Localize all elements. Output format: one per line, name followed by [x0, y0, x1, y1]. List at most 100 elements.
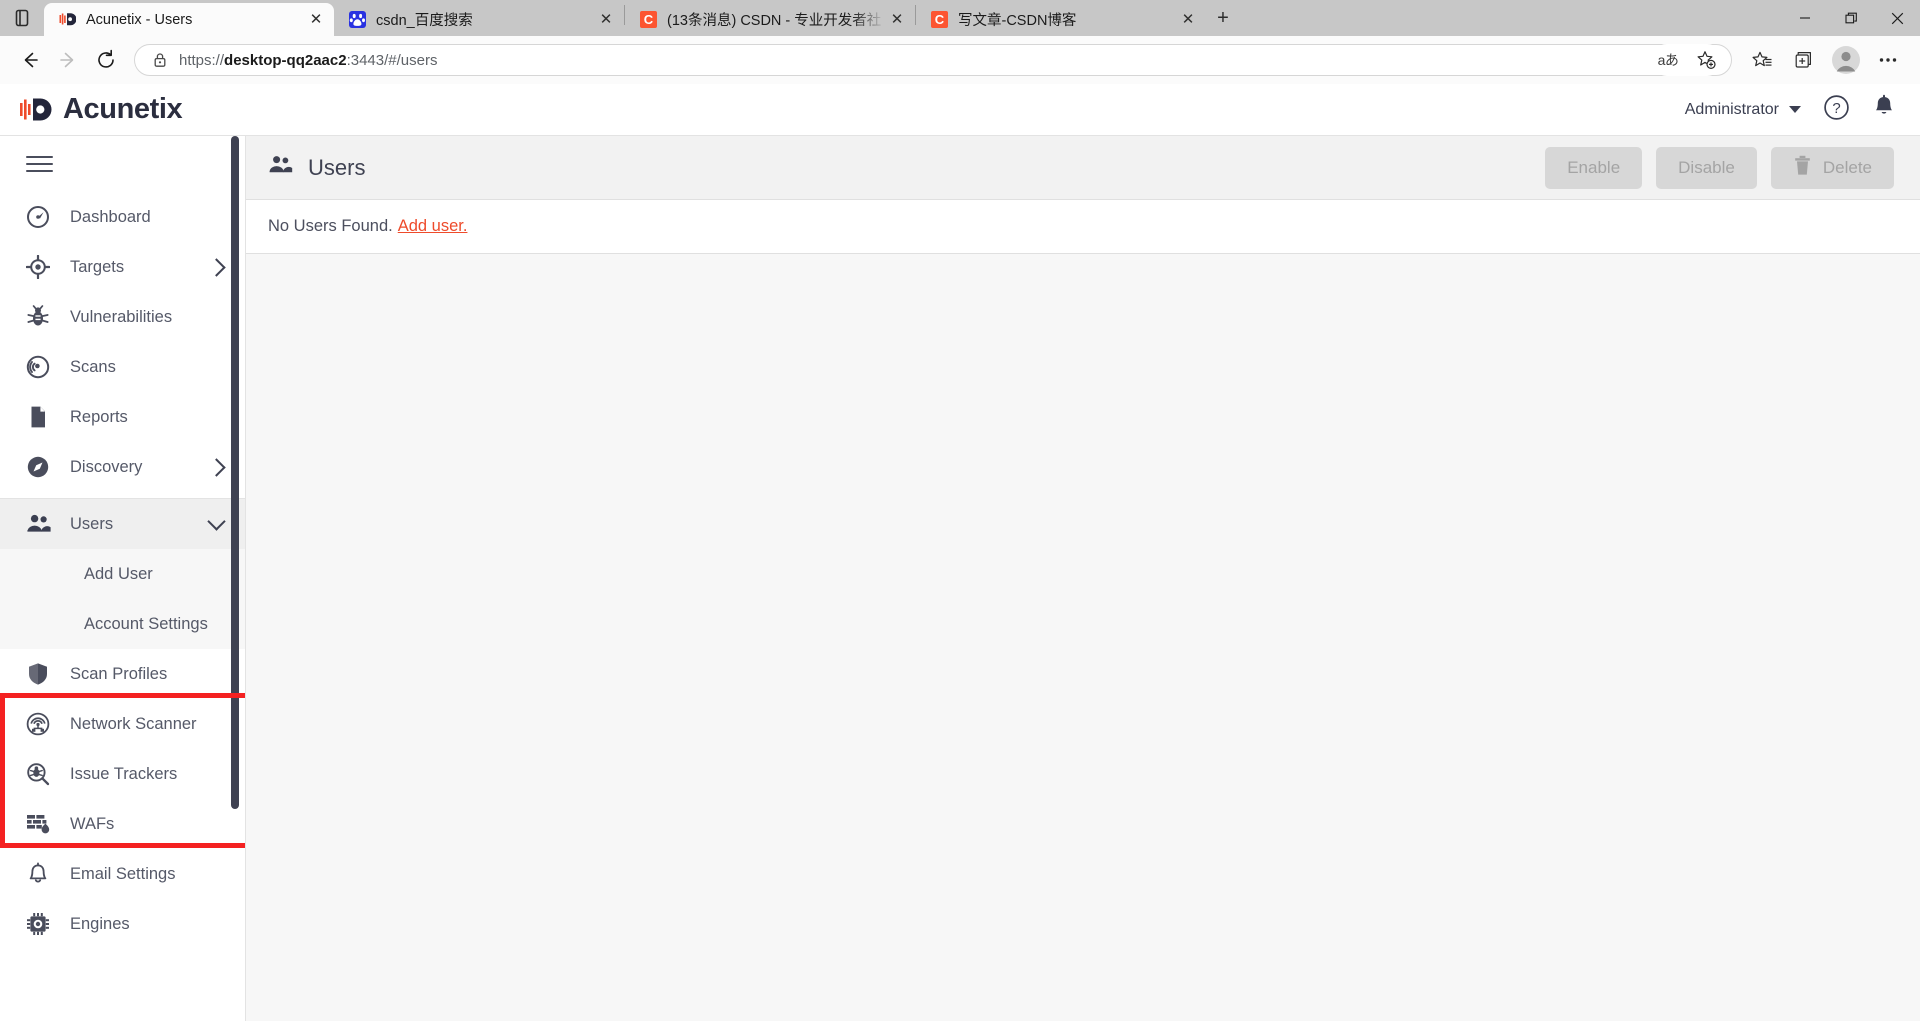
sidebar-item-network-scanner[interactable]: Network Scanner	[0, 699, 245, 749]
url-scheme: https://	[179, 51, 225, 69]
delete-button[interactable]: Delete	[1770, 146, 1894, 189]
user-menu[interactable]: Administrator	[1685, 101, 1801, 119]
sidebar-item-engines[interactable]: Engines	[0, 899, 245, 949]
svg-text:?: ?	[1832, 100, 1840, 117]
sidebar-scrollbar-thumb[interactable]	[231, 136, 239, 809]
svg-text:C: C	[643, 12, 653, 27]
settings-more-button[interactable]	[1868, 42, 1908, 78]
sidebar-item-issue-trackers[interactable]: Issue Trackers	[0, 749, 245, 799]
back-button[interactable]	[12, 42, 48, 78]
sidebar-toggle-button[interactable]	[0, 136, 245, 192]
sidebar-item-label: Network Scanner	[70, 714, 197, 733]
tab-close-icon[interactable]: ✕	[1176, 8, 1200, 32]
sidebar-item-label: Email Settings	[70, 864, 176, 883]
brand-logo[interactable]: Acunetix	[20, 93, 183, 126]
reload-icon	[98, 49, 114, 68]
tab-search-button[interactable]	[0, 0, 44, 36]
page-title-text: Users	[308, 154, 366, 180]
issue-tracker-icon	[26, 762, 56, 786]
browser-tab-2[interactable]: C (13条消息) CSDN - 专业开发者社 ✕	[625, 3, 915, 36]
collections-button[interactable]	[1784, 42, 1824, 78]
hamburger-icon	[26, 151, 53, 177]
new-tab-button[interactable]: +	[1206, 3, 1240, 33]
sidebar-item-email-settings[interactable]: Email Settings	[0, 849, 245, 899]
sidebar-item-dashboard[interactable]: Dashboard	[0, 192, 245, 242]
forward-arrow-icon	[60, 52, 74, 68]
sidebar-item-scans[interactable]: Scans	[0, 342, 245, 392]
window-close-button[interactable]	[1874, 0, 1920, 36]
chevron-right-icon	[207, 257, 226, 277]
svg-text:C: C	[934, 12, 944, 27]
sidebar-item-targets[interactable]: Targets	[0, 242, 245, 292]
url-host: desktop-qq2aac2	[224, 51, 347, 69]
address-bar[interactable]: https://desktop-qq2aac2:3443/#/users aあ	[134, 44, 1732, 76]
reload-button[interactable]	[88, 42, 124, 78]
page-toolbar: Users Enable Disable Delete	[246, 136, 1920, 200]
browser-tab-3[interactable]: C 写文章-CSDN博客 ✕	[916, 3, 1206, 36]
sidebar-item-wafs[interactable]: WAFs	[0, 799, 245, 849]
chevron-down-icon	[1789, 106, 1801, 113]
sidebar-subitem-add-user[interactable]: Add User	[0, 549, 245, 599]
tab-close-icon[interactable]: ✕	[885, 8, 909, 32]
browser-toolbar: https://desktop-qq2aac2:3443/#/users aあ	[0, 36, 1920, 84]
acunetix-app: Acunetix Administrator ? Dashboard Targe…	[0, 84, 1920, 1021]
notifications-button[interactable]	[1872, 94, 1896, 125]
sidebar-item-label: Users	[70, 514, 114, 533]
restore-icon	[1844, 12, 1857, 23]
dashboard-gauge-icon	[26, 205, 56, 229]
page-title: Users	[268, 154, 365, 182]
sidebar-item-label: Discovery	[70, 457, 143, 476]
add-favorite-icon[interactable]	[1689, 44, 1723, 76]
browser-tab-0[interactable]: Acunetix - Users ✕	[44, 3, 334, 36]
empty-state-bar: No Users Found. Add user.	[246, 200, 1920, 254]
lock-icon	[151, 51, 169, 69]
profile-button[interactable]	[1826, 42, 1866, 78]
sidebar-group-users: Users Add User Account Settings	[0, 499, 245, 649]
address-bar-actions: aあ	[1651, 44, 1723, 76]
page-actions: Enable Disable Delete	[1545, 146, 1894, 189]
window-minimize-button[interactable]	[1782, 0, 1828, 36]
bell-icon	[1876, 94, 1892, 114]
add-user-link[interactable]: Add user.	[398, 217, 468, 236]
browser-tab-title: (13条消息) CSDN - 专业开发者社	[667, 13, 882, 29]
sidebar-item-discovery[interactable]: Discovery	[0, 442, 245, 492]
app-header: Acunetix Administrator ?	[0, 84, 1920, 136]
favorites-button[interactable]	[1742, 42, 1782, 78]
sidebar-item-vulnerabilities[interactable]: Vulnerabilities	[0, 292, 245, 342]
window-restore-button[interactable]	[1828, 0, 1874, 36]
tab-strip: Acunetix - Users ✕ csdn_百度搜索 ✕ C (13条消息)…	[44, 0, 1782, 36]
profile-avatar-icon	[1832, 46, 1860, 74]
sidebar-item-label: Reports	[70, 407, 128, 426]
chip-icon	[26, 912, 56, 936]
sidebar-item-reports[interactable]: Reports	[0, 392, 245, 442]
csdn-favicon: C	[639, 11, 657, 29]
compass-icon	[26, 455, 56, 479]
help-button[interactable]: ?	[1823, 94, 1850, 126]
sidebar-item-scan-profiles[interactable]: Scan Profiles	[0, 649, 245, 699]
tab-close-icon[interactable]: ✕	[594, 8, 618, 32]
bell-icon	[26, 862, 56, 886]
app-body: Dashboard Targets Vulnerabilities Scans …	[0, 136, 1920, 1021]
content-empty-area	[246, 254, 1920, 1021]
target-crosshair-icon	[26, 255, 56, 279]
browser-tab-1[interactable]: csdn_百度搜索 ✕	[334, 3, 624, 36]
sidebar-item-label: Scans	[70, 357, 116, 376]
sidebar-item-users[interactable]: Users	[0, 499, 245, 549]
trash-icon	[1793, 155, 1812, 181]
acunetix-favicon	[58, 11, 76, 29]
enable-button[interactable]: Enable	[1545, 146, 1643, 189]
disable-button[interactable]: Disable	[1656, 146, 1757, 189]
users-icon	[26, 512, 56, 536]
close-icon	[1891, 12, 1903, 24]
tab-close-icon[interactable]: ✕	[304, 8, 328, 32]
read-aloud-icon[interactable]: aあ	[1651, 44, 1685, 76]
address-bar-text: https://desktop-qq2aac2:3443/#/users	[179, 52, 1651, 69]
sidebar-subitem-account-settings[interactable]: Account Settings	[0, 599, 245, 649]
sidebar: Dashboard Targets Vulnerabilities Scans …	[0, 136, 246, 1021]
document-icon	[26, 405, 56, 429]
browser-title-bar: Acunetix - Users ✕ csdn_百度搜索 ✕ C (13条消息)…	[0, 0, 1920, 36]
back-arrow-icon	[24, 52, 38, 68]
forward-button	[50, 42, 86, 78]
sidebar-item-label: WAFs	[70, 814, 115, 833]
sidebar-item-label: Vulnerabilities	[70, 307, 173, 326]
